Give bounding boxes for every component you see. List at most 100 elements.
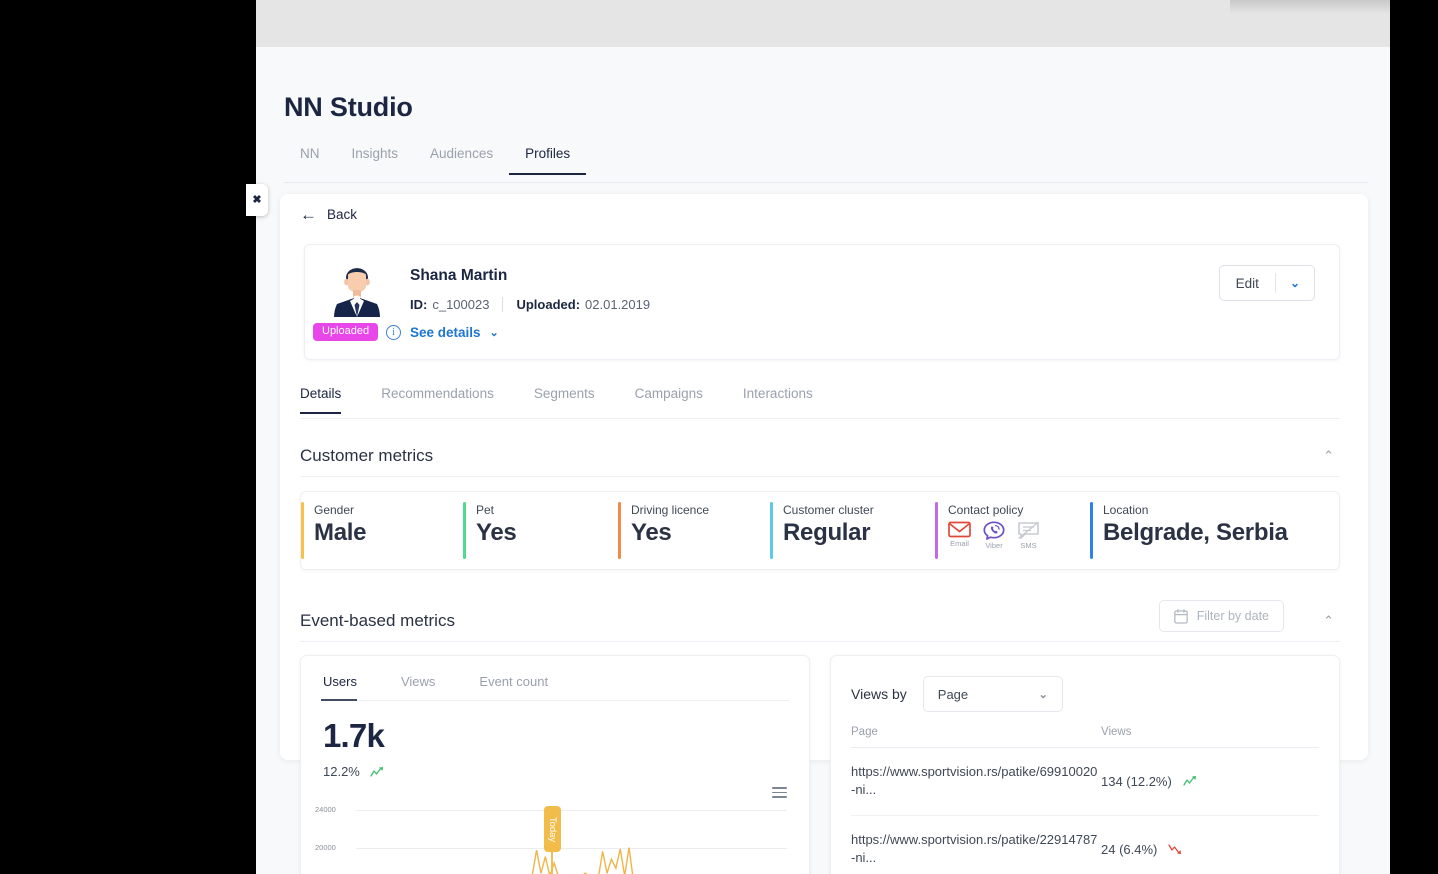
profile-meta: ID: c_100023 Uploaded: 02.01.2019 xyxy=(410,297,650,312)
chevron-down-icon: ⌄ xyxy=(489,327,499,339)
status-badge: Uploaded xyxy=(313,323,379,341)
filter-by-date-input[interactable]: Filter by date xyxy=(1158,600,1284,632)
channel-label: SMS xyxy=(1020,541,1037,550)
see-details-toggle[interactable]: See details ⌄ xyxy=(410,325,499,340)
table-row[interactable]: https://www.sportvision.rs/patike/699100… xyxy=(851,748,1319,816)
trend-up-icon xyxy=(370,766,383,777)
users-line-chart: 24000 20000 Today xyxy=(301,787,809,874)
users-chart-panel: Users Views Event count 1.7k 12.2% 24000… xyxy=(300,655,810,874)
tab-recommendations[interactable]: Recommendations xyxy=(361,386,514,413)
sidebar-collapse-handle[interactable]: ✖ xyxy=(246,184,268,216)
views-by-label: Views by xyxy=(851,686,907,702)
tab-segments[interactable]: Segments xyxy=(514,386,615,413)
customer-metrics-cards: Gender Male Pet Yes Driving licence Yes … xyxy=(300,491,1340,570)
sms-icon xyxy=(1018,521,1039,540)
cell-page-url: https://www.sportvision.rs/patike/699100… xyxy=(851,764,1098,798)
tab-profiles[interactable]: Profiles xyxy=(509,146,587,175)
views-by-select[interactable]: Page ⌄ xyxy=(922,676,1063,712)
metric-value: Yes xyxy=(631,519,672,546)
viber-icon xyxy=(983,521,1005,540)
channel-label: Viber xyxy=(985,541,1003,550)
page-title: NN Studio xyxy=(284,92,413,122)
y-axis-tick: 24000 xyxy=(315,805,336,814)
metric-pet: Pet Yes xyxy=(463,492,618,569)
metric-label: Customer cluster xyxy=(783,503,874,517)
profile-summary-card: Uploaded i Shana Martin ID: c_100023 Upl… xyxy=(304,244,1340,360)
filter-placeholder: Filter by date xyxy=(1196,609,1269,623)
views-table: Page Views https://www.sportvision.rs/pa… xyxy=(851,726,1319,874)
metric-customer-cluster: Customer cluster Regular xyxy=(770,492,935,569)
chart-delta-value: 12.2% xyxy=(323,764,360,779)
see-details-label: See details xyxy=(410,325,481,340)
edit-button[interactable]: Edit ⌄ xyxy=(1218,265,1315,301)
chevron-down-icon: ⌄ xyxy=(1038,688,1048,701)
trend-up-icon xyxy=(1183,776,1196,787)
metric-label: Location xyxy=(1103,503,1149,517)
browser-chrome-bar xyxy=(256,0,1390,47)
meta-divider xyxy=(502,297,504,312)
metric-contact-policy: Contact policy Email Viber SMS xyxy=(935,492,1090,569)
metric-label: Pet xyxy=(476,503,495,517)
contact-channel-sms[interactable]: SMS xyxy=(1017,521,1040,550)
cell-page-url: https://www.sportvision.rs/patike/229147… xyxy=(851,831,1098,866)
edit-label: Edit xyxy=(1235,275,1259,291)
back-label: Back xyxy=(327,207,358,222)
column-header-views: Views xyxy=(1101,726,1132,738)
cell-views: 134 (12.2%) xyxy=(1101,774,1200,789)
cell-views: 24 (6.4%) xyxy=(1101,842,1185,857)
profile-id-label: ID: xyxy=(410,297,428,312)
chrome-shadow xyxy=(1230,0,1390,14)
chevron-up-icon[interactable]: ⌃ xyxy=(1317,445,1340,466)
contact-channel-viber[interactable]: Viber xyxy=(983,521,1005,550)
event-metrics-title: Event-based metrics xyxy=(300,610,455,630)
tab-campaigns[interactable]: Campaigns xyxy=(615,386,723,413)
metric-value: Belgrade, Serbia xyxy=(1103,519,1288,546)
contact-channel-email[interactable]: Email xyxy=(948,521,971,550)
profile-uploaded-value: 02.01.2019 xyxy=(585,297,651,312)
metric-label: Contact policy xyxy=(948,503,1024,517)
tab-details[interactable]: Details xyxy=(300,386,361,414)
metric-value: Male xyxy=(314,519,367,546)
cell-views-value: 24 (6.4%) xyxy=(1101,841,1158,857)
event-metrics-header: Event-based metrics Filter by date ⌃ xyxy=(300,600,1340,642)
views-by-panel: Views by Page ⌄ Page Views https://www.s… xyxy=(830,655,1340,874)
views-by-selected-value: Page xyxy=(937,686,969,702)
chart-line-series xyxy=(356,791,792,874)
chart-delta-row: 12.2% xyxy=(323,764,809,779)
profile-status-row: Uploaded i xyxy=(313,323,402,341)
metric-label: Driving licence xyxy=(631,503,710,517)
profile-uploaded-label: Uploaded: xyxy=(516,297,581,312)
metric-gender: Gender Male xyxy=(301,492,463,569)
tab-audiences[interactable]: Audiences xyxy=(414,146,509,174)
chart-total-value: 1.7k xyxy=(323,717,385,754)
y-axis-tick: 20000 xyxy=(315,843,336,852)
tab-interactions[interactable]: Interactions xyxy=(723,386,833,413)
metric-driving-licence: Driving licence Yes xyxy=(618,492,770,569)
customer-metrics-title: Customer metrics xyxy=(300,445,434,465)
profile-tab-bar: Details Recommendations Segments Campaig… xyxy=(300,386,1340,419)
email-icon xyxy=(948,521,971,538)
info-icon[interactable]: i xyxy=(386,324,402,340)
column-header-page: Page xyxy=(851,726,878,738)
table-row[interactable]: https://www.sportvision.rs/patike/229147… xyxy=(851,816,1319,874)
trend-down-icon xyxy=(1168,844,1182,855)
channel-label: Email xyxy=(950,539,969,548)
tab-insights[interactable]: Insights xyxy=(336,146,415,174)
chevron-down-icon[interactable]: ⌄ xyxy=(1276,276,1314,290)
screen-root: ✖ NN Studio NN Insights Audiences Profil… xyxy=(0,0,1438,874)
metric-value: Regular xyxy=(783,519,871,546)
cell-views-value: 134 (12.2%) xyxy=(1101,773,1172,789)
metric-location: Location Belgrade, Serbia xyxy=(1090,492,1330,569)
views-by-control: Views by Page ⌄ xyxy=(851,676,1339,712)
table-header: Page Views xyxy=(851,726,1319,748)
back-button[interactable]: ← Back xyxy=(300,206,357,223)
chart-tab-views[interactable]: Views xyxy=(379,674,457,700)
arrow-left-icon: ← xyxy=(300,205,317,224)
chart-tab-event-count[interactable]: Event count xyxy=(457,674,570,700)
close-icon: ✖ xyxy=(252,193,262,206)
metric-label: Gender xyxy=(314,503,355,517)
tab-nn[interactable]: NN xyxy=(284,146,336,174)
calendar-icon xyxy=(1173,608,1188,624)
chevron-up-icon[interactable]: ⌃ xyxy=(1317,610,1340,631)
chart-tab-users[interactable]: Users xyxy=(321,674,379,701)
